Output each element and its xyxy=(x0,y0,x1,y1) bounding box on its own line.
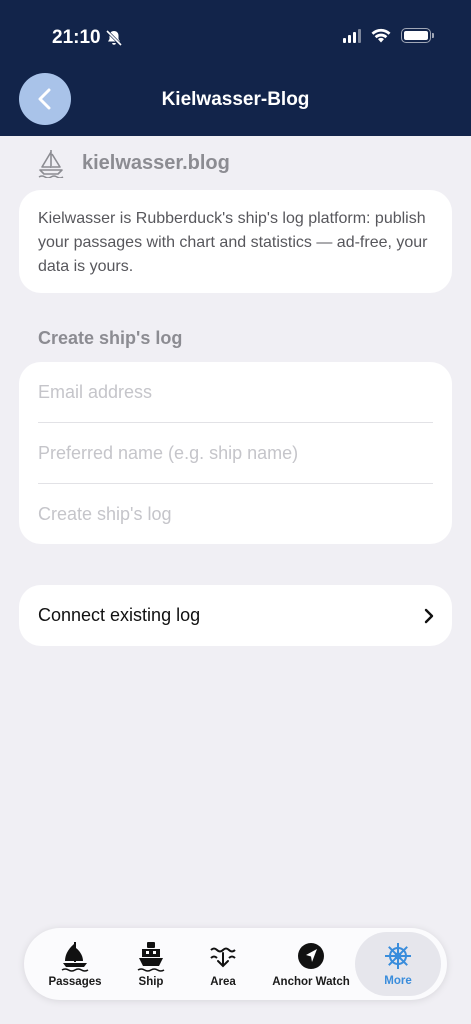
status-time-label: 21:10 xyxy=(52,27,101,48)
description-card: Kielwasser is Rubberduck's ship's log pl… xyxy=(19,190,452,293)
page-title: Kielwasser-Blog xyxy=(161,89,310,110)
site-name: kielwasser.blog xyxy=(82,151,230,174)
battery-icon xyxy=(401,28,434,43)
tab-label: Anchor Watch xyxy=(272,976,350,988)
chevron-right-icon xyxy=(424,608,434,623)
preferred-name-field[interactable] xyxy=(38,442,433,464)
cellular-signal-icon xyxy=(343,28,361,43)
tab-label: Passages xyxy=(48,976,102,988)
description-text: Kielwasser is Rubberduck's ship's log pl… xyxy=(38,210,428,275)
tab-anchor-watch[interactable]: Anchor Watch xyxy=(264,928,358,1000)
bell-slash-icon xyxy=(105,29,122,47)
navigation-arrow-icon xyxy=(298,943,324,969)
area-icon xyxy=(210,947,236,968)
connect-existing-log-button[interactable]: Connect existing log xyxy=(19,585,452,646)
wifi-icon xyxy=(371,28,391,43)
tab-label: Area xyxy=(210,976,236,988)
tab-ship[interactable]: Ship xyxy=(120,928,182,1000)
name-row xyxy=(38,423,433,483)
status-indicators xyxy=(343,28,434,43)
helm-wheel-icon xyxy=(385,943,411,969)
nav-header: 21:10 Kielwasser-Blog xyxy=(0,0,471,136)
section-title-create-log: Create ship's log xyxy=(38,328,183,348)
create-log-form: Create ship's log xyxy=(19,362,452,544)
create-log-button-label: Create ship's log xyxy=(38,503,172,524)
ship-icon xyxy=(137,942,165,972)
sailboat-outline-icon xyxy=(38,150,64,178)
status-time: 21:10 xyxy=(52,27,123,49)
create-log-button[interactable]: Create ship's log xyxy=(38,484,433,544)
tab-passages[interactable]: Passages xyxy=(34,928,116,1000)
email-row xyxy=(38,362,433,422)
site-header: kielwasser.blog xyxy=(38,148,230,178)
tab-more[interactable]: More xyxy=(355,932,441,996)
email-field[interactable] xyxy=(38,381,433,403)
connect-existing-log-label: Connect existing log xyxy=(38,605,201,625)
tab-label: Ship xyxy=(138,976,164,988)
sailboat-icon xyxy=(61,942,89,972)
tab-bar: Passages Ship Area Anchor Watch More xyxy=(24,928,447,1000)
tab-label: More xyxy=(384,975,412,987)
tab-area[interactable]: Area xyxy=(192,928,254,1000)
